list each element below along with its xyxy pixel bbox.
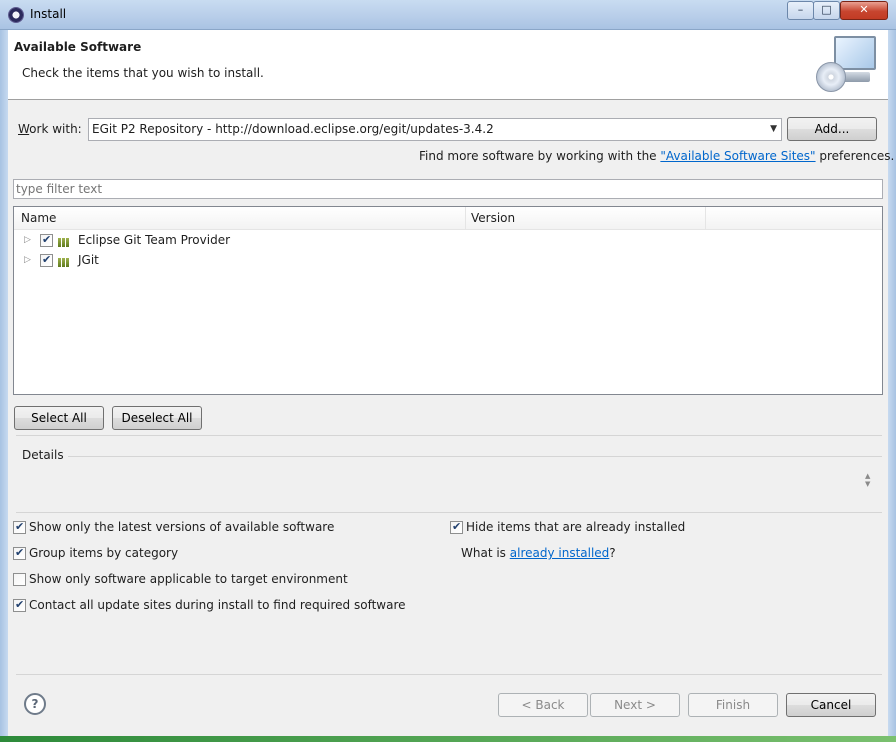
what-is-suffix: ? xyxy=(609,546,616,560)
add-site-button[interactable]: Add... xyxy=(787,117,877,141)
find-more-text: Find more software by working with the "… xyxy=(419,149,894,163)
filter-field[interactable] xyxy=(13,179,883,199)
row-checkbox[interactable] xyxy=(40,233,53,247)
feature-group-icon xyxy=(58,256,72,267)
title-bar: Install – □ ✕ xyxy=(0,0,896,30)
divider xyxy=(16,435,882,436)
minimize-button[interactable]: – xyxy=(787,1,814,20)
tree-header: Name Version xyxy=(14,207,882,230)
column-version[interactable]: Version xyxy=(466,207,706,229)
group-by-category-checkbox[interactable] xyxy=(13,546,26,560)
tree-row[interactable]: ▷ Eclipse Git Team Provider xyxy=(14,231,882,251)
software-tree[interactable]: Name Version ▷ Eclipse Git Team Provider… xyxy=(13,206,883,395)
tree-row[interactable]: ▷ JGit xyxy=(14,251,882,271)
details-divider xyxy=(68,456,882,457)
select-all-button[interactable]: Select All xyxy=(14,406,104,430)
footer-divider xyxy=(16,674,882,675)
maximize-button[interactable]: □ xyxy=(813,1,840,20)
divider xyxy=(16,512,882,513)
details-text-area[interactable] xyxy=(13,468,883,513)
scroll-arrows-icon[interactable]: ▲ ▼ xyxy=(865,472,870,488)
help-icon[interactable]: ? xyxy=(24,693,46,715)
work-with-value: EGit P2 Repository - http://download.ecl… xyxy=(92,122,494,136)
wizard-header: Available Software Check the items that … xyxy=(8,30,888,100)
eclipse-icon xyxy=(8,7,24,23)
row-label: JGit xyxy=(78,253,99,267)
finish-button[interactable]: Finish xyxy=(688,693,778,717)
monitor-base-icon xyxy=(842,72,870,82)
target-env-checkbox[interactable] xyxy=(13,573,26,586)
back-button[interactable]: < Back xyxy=(498,693,588,717)
target-env-label: Show only software applicable to target … xyxy=(29,572,348,586)
install-wizard-icon xyxy=(816,34,878,94)
expand-icon[interactable]: ▷ xyxy=(24,235,31,245)
contact-sites-label: Contact all update sites during install … xyxy=(29,598,406,612)
already-installed-link[interactable]: already installed xyxy=(510,546,610,560)
window-frame-right xyxy=(888,30,896,736)
find-more-suffix: preferences. xyxy=(815,149,895,163)
hide-installed-label: Hide items that are already installed xyxy=(466,520,686,534)
expand-icon[interactable]: ▷ xyxy=(24,255,31,265)
page-message: Check the items that you wish to install… xyxy=(22,66,264,80)
work-with-combo[interactable]: EGit P2 Repository - http://download.ecl… xyxy=(88,118,782,141)
window-title: Install xyxy=(30,7,67,21)
column-name[interactable]: Name xyxy=(14,207,466,229)
what-is-installed-text: What is already installed? xyxy=(461,546,616,560)
cd-icon xyxy=(816,62,846,92)
available-software-sites-link[interactable]: "Available Software Sites" xyxy=(660,149,815,163)
latest-versions-label: Show only the latest versions of availab… xyxy=(29,520,335,534)
contact-sites-checkbox[interactable] xyxy=(13,598,26,612)
group-by-category-label: Group items by category xyxy=(29,546,179,560)
work-with-label-text: ork with: xyxy=(29,122,82,136)
find-more-prefix: Find more software by working with the xyxy=(419,149,661,163)
row-checkbox[interactable] xyxy=(40,253,53,267)
filter-input[interactable] xyxy=(14,180,882,198)
details-label: Details xyxy=(22,448,64,462)
hide-installed-checkbox[interactable] xyxy=(450,520,463,534)
row-label: Eclipse Git Team Provider xyxy=(78,233,231,247)
latest-versions-checkbox[interactable] xyxy=(13,520,26,534)
taskbar-strip xyxy=(0,736,896,742)
what-is-prefix: What is xyxy=(461,546,510,560)
chevron-down-icon[interactable]: ▼ xyxy=(770,124,777,134)
next-button[interactable]: Next > xyxy=(590,693,680,717)
wizard-body: Work with: EGit P2 Repository - http://d… xyxy=(8,100,894,736)
cancel-button[interactable]: Cancel xyxy=(786,693,876,717)
window-frame-left xyxy=(0,30,8,736)
deselect-all-button[interactable]: Deselect All xyxy=(112,406,202,430)
work-with-label: Work with: xyxy=(18,122,82,136)
close-button[interactable]: ✕ xyxy=(840,1,888,20)
feature-group-icon xyxy=(58,236,72,247)
page-title: Available Software xyxy=(14,40,142,54)
